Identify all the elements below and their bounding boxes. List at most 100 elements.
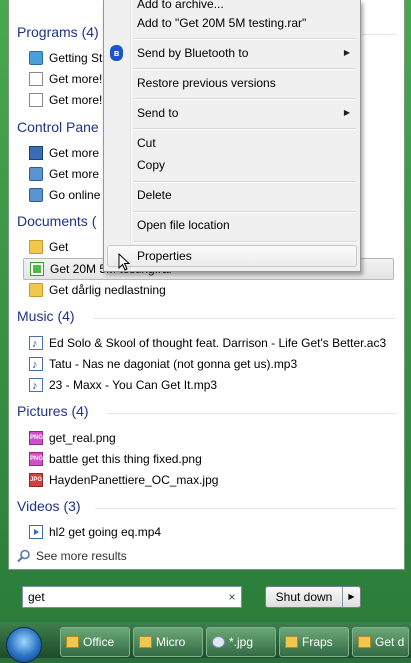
menu-item-copy[interactable]: Copy xyxy=(137,154,165,176)
program-item[interactable]: Get more! xyxy=(29,90,102,110)
submenu-arrow-icon: ▶ xyxy=(343,48,350,57)
context-menu: Add to archive... Add to "Get 20M 5M tes… xyxy=(103,0,361,272)
menu-separator xyxy=(134,211,356,213)
picture-item[interactable]: JPG HaydenPanettiere_OC_max.jpg xyxy=(29,470,218,490)
submenu-arrow-icon: ▶ xyxy=(343,108,350,117)
item-label: get_real.png xyxy=(49,431,116,445)
folder-icon xyxy=(29,283,43,297)
menu-gutter xyxy=(130,0,132,271)
item-label: 23 - Maxx - You Can Get It.mp3 xyxy=(49,378,218,392)
menu-item-cut[interactable]: Cut xyxy=(137,132,156,154)
taskbar-button[interactable]: *.jpg xyxy=(206,627,276,657)
app-icon xyxy=(29,188,43,202)
menu-item-delete[interactable]: Delete xyxy=(137,184,172,206)
video-item[interactable]: hl2 get going eq.mp4 xyxy=(29,522,161,542)
item-label: HaydenPanettiere_OC_max.jpg xyxy=(49,473,219,487)
music-item[interactable]: 23 - Maxx - You Can Get It.mp3 xyxy=(29,375,218,396)
taskbar-button[interactable]: Office xyxy=(60,627,130,657)
item-label: Get dårlig nedlastning xyxy=(49,283,166,297)
section-header-music: Music (4) xyxy=(17,308,75,324)
section-header-programs: Programs (4) xyxy=(17,24,99,40)
document-icon xyxy=(29,93,43,107)
control-panel-item[interactable]: Go online xyxy=(29,185,100,205)
item-label: battle get this thing fixed.png xyxy=(49,452,202,466)
bluetooth-icon: ʙ xyxy=(110,45,123,61)
control-panel-item[interactable]: Get more xyxy=(29,164,99,184)
item-label: Getting St xyxy=(49,51,103,65)
menu-item-restore-previous-versions[interactable]: Restore previous versions xyxy=(137,72,276,94)
section-rule xyxy=(107,413,396,414)
section-header-pictures: Pictures (4) xyxy=(17,403,89,419)
folder-icon xyxy=(139,636,152,648)
clear-search-icon[interactable]: × xyxy=(224,588,240,606)
picture-item[interactable]: PNG get_real.png xyxy=(29,428,116,448)
music-item[interactable]: Ed Solo & Skool of thought feat. Darriso… xyxy=(29,333,387,354)
document-item[interactable]: Get dårlig nedlastning xyxy=(29,280,166,300)
taskbar-button-label: Office xyxy=(83,635,115,649)
menu-separator xyxy=(134,38,356,40)
see-more-label: See more results xyxy=(36,549,127,563)
item-label: Go online xyxy=(49,188,101,202)
program-item[interactable]: Get more! xyxy=(29,69,102,89)
control-panel-item[interactable]: Get more xyxy=(29,143,99,163)
item-label: Ed Solo & Skool of thought feat. Darriso… xyxy=(49,336,387,350)
taskbar-button[interactable]: Get d xyxy=(352,627,409,657)
search-input[interactable]: get xyxy=(22,586,242,608)
network-icon xyxy=(29,51,43,65)
menu-separator xyxy=(134,241,356,243)
monitor-icon xyxy=(29,146,43,160)
menu-item-open-file-location[interactable]: Open file location xyxy=(137,214,230,236)
video-file-icon xyxy=(29,525,43,539)
program-item[interactable]: Getting St xyxy=(29,48,102,68)
folder-icon xyxy=(66,636,79,648)
item-label: Tatu - Nas ne dagoniat (not gonna get us… xyxy=(49,357,298,371)
menu-item-send-to[interactable]: Send to xyxy=(137,102,178,124)
menu-separator xyxy=(134,181,356,183)
item-label: hl2 get going eq.mp4 xyxy=(49,525,162,539)
section-header-videos: Videos (3) xyxy=(17,498,81,514)
item-label: Get more xyxy=(49,167,100,181)
search-icon xyxy=(17,549,30,563)
item-label: Get more! xyxy=(49,72,103,86)
menu-separator xyxy=(134,128,356,130)
menu-separator xyxy=(134,68,356,70)
music-file-icon xyxy=(29,376,43,396)
rar-archive-icon xyxy=(30,262,44,276)
taskbar-button[interactable]: Fraps xyxy=(279,627,349,657)
music-file-icon xyxy=(29,355,43,375)
music-item[interactable]: Tatu - Nas ne dagoniat (not gonna get us… xyxy=(29,354,298,375)
menu-item-properties[interactable]: Properties xyxy=(137,245,192,267)
shutdown-label: Shut down xyxy=(266,587,343,607)
see-more-results-link[interactable]: See more results xyxy=(17,549,127,563)
menu-item-add-to-rar[interactable]: Add to "Get 20M 5M testing.rar" xyxy=(137,12,306,34)
taskbar-button-label: Micro xyxy=(156,635,186,649)
shutdown-button[interactable]: Shut down ▶ xyxy=(265,586,361,608)
png-file-icon: PNG xyxy=(29,452,43,466)
png-file-icon: PNG xyxy=(29,431,43,445)
document-item[interactable]: Get xyxy=(29,237,68,257)
jpg-file-icon: JPG xyxy=(29,473,43,487)
taskbar-button-label: Get d xyxy=(375,635,405,649)
mouse-cursor-icon xyxy=(118,253,130,271)
taskbar-button-label: *.jpg xyxy=(229,635,254,649)
picture-item[interactable]: PNG battle get this thing fixed.png xyxy=(29,449,202,469)
menu-separator xyxy=(134,98,356,100)
item-label: Get more xyxy=(49,146,100,160)
section-header-documents: Documents ( xyxy=(17,213,97,229)
taskbar-button-label: Fraps xyxy=(302,635,333,649)
folder-icon xyxy=(358,636,371,648)
chevron-right-icon[interactable]: ▶ xyxy=(343,587,360,607)
music-file-icon xyxy=(29,334,43,354)
section-rule xyxy=(95,508,396,509)
section-rule xyxy=(93,318,396,319)
folder-icon xyxy=(285,636,298,648)
item-label: Get more! xyxy=(49,93,103,107)
app-icon xyxy=(29,167,43,181)
document-icon xyxy=(29,72,43,86)
search-icon xyxy=(212,636,225,648)
section-header-control-panel: Control Pane xyxy=(17,119,99,135)
item-label: Get xyxy=(49,240,69,254)
folder-icon xyxy=(29,240,43,254)
taskbar-button[interactable]: Micro xyxy=(133,627,203,657)
menu-item-send-by-bluetooth[interactable]: Send by Bluetooth to xyxy=(137,42,248,64)
